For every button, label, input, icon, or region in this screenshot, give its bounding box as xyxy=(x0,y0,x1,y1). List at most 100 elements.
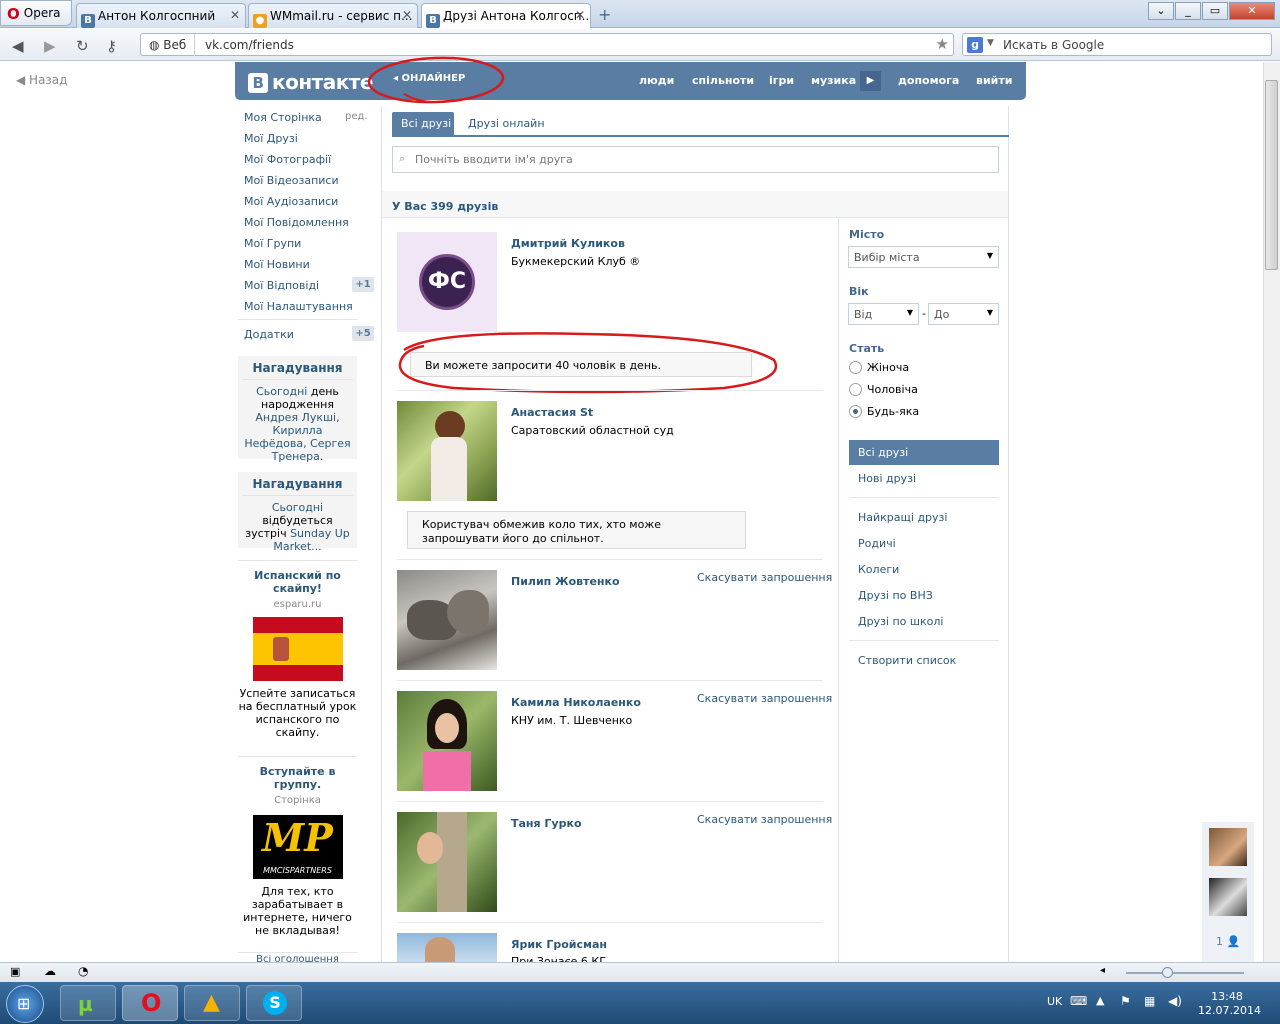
network-icon[interactable]: ▦ xyxy=(1144,994,1155,1008)
start-button[interactable]: ⊞ xyxy=(6,985,44,1023)
forward-icon[interactable]: ▶ xyxy=(44,37,56,55)
chat-contact-avatar[interactable] xyxy=(1209,828,1247,866)
cancel-invite-link[interactable]: Скасувати запрошення xyxy=(697,813,832,826)
show-hidden-icons[interactable]: ▲ xyxy=(1096,994,1104,1007)
menu-my-answers[interactable]: Мої Відповіді xyxy=(244,279,319,292)
list-relatives[interactable]: Родичі xyxy=(858,537,896,550)
nav-music[interactable]: музика xyxy=(811,74,856,87)
nav-help[interactable]: допомога xyxy=(898,74,959,87)
tab-all-friends[interactable]: Всі друзі xyxy=(392,112,454,136)
friend-name[interactable]: Ярик Гройсман xyxy=(511,938,607,951)
maximize-button[interactable]: ▭ xyxy=(1202,2,1228,20)
back-link[interactable]: ◀ Назад xyxy=(16,73,67,87)
opera-menu-button[interactable]: O Opera xyxy=(0,0,72,26)
menu-my-news[interactable]: Мої Новини xyxy=(244,258,310,271)
friend-avatar[interactable] xyxy=(397,570,497,670)
city-select[interactable]: Вибір міста ▼ xyxy=(848,246,999,268)
nav-games[interactable]: ігри xyxy=(769,74,794,87)
create-list-link[interactable]: Створити список xyxy=(858,654,956,667)
friend-avatar[interactable] xyxy=(397,933,497,962)
tab-list-icon[interactable]: ⌄ xyxy=(1148,2,1174,20)
zoom-slider[interactable] xyxy=(1126,972,1244,974)
close-window-button[interactable]: ✕ xyxy=(1229,2,1275,20)
friend-name[interactable]: Анастасия St xyxy=(511,406,593,419)
panel-toggle-icon[interactable]: ▣ xyxy=(10,965,20,978)
aimp-taskbar-icon[interactable]: ▲ xyxy=(184,985,240,1021)
answers-badge[interactable]: +1 xyxy=(352,277,374,292)
nav-logout[interactable]: вийти xyxy=(976,74,1012,87)
url-text[interactable]: vk.com/friends xyxy=(205,38,294,52)
radio-circle-selected[interactable] xyxy=(849,405,862,418)
list-colleagues[interactable]: Колеги xyxy=(858,563,899,576)
ad-title[interactable]: Испанский по скайпу! xyxy=(238,569,357,595)
menu-my-friends[interactable]: Мої Друзі xyxy=(244,132,298,145)
spain-flag-image[interactable] xyxy=(252,617,343,681)
tab-friends-online[interactable]: Друзі онлайн xyxy=(468,117,545,130)
google-icon[interactable]: g xyxy=(967,37,983,53)
browser-tab-active[interactable]: B Друзі Антона Колгосп... ✕ xyxy=(421,3,591,28)
sex-radio-any[interactable]: Будь-яка xyxy=(849,405,919,418)
birthday-names-link[interactable]: Андрея Лукші, Кирилла Нефёдова, Сергея Т… xyxy=(244,411,350,463)
chevron-down-icon[interactable]: ▼ xyxy=(987,38,994,48)
new-tab-button[interactable]: + xyxy=(598,5,611,24)
search-engine-field[interactable]: g ▼ Искать в Google xyxy=(962,33,1272,56)
friend-name[interactable]: Таня Гурко xyxy=(511,817,582,830)
address-bar[interactable]: ◍ Веб vk.com/friends ★ xyxy=(140,33,954,56)
flag-icon[interactable]: ⚑ xyxy=(1120,994,1131,1008)
opera-taskbar-icon[interactable]: O xyxy=(122,985,178,1021)
zoom-out-icon[interactable]: ◂ xyxy=(1100,965,1105,976)
cancel-invite-link[interactable]: Скасувати запрошення xyxy=(697,571,832,584)
player-play-icon[interactable]: ▶ xyxy=(860,71,881,91)
radio-circle[interactable] xyxy=(849,383,862,396)
list-best-friends[interactable]: Найкращі друзі xyxy=(858,511,947,524)
mmcis-logo-image[interactable]: MP MMCISPARTNERS xyxy=(252,815,343,879)
menu-edit-link[interactable]: ред. xyxy=(345,111,368,122)
list-university-friends[interactable]: Друзі по ВНЗ xyxy=(858,589,933,602)
close-tab-icon[interactable]: ✕ xyxy=(230,8,240,22)
minimize-button[interactable]: _ xyxy=(1175,2,1201,20)
menu-apps[interactable]: Додатки xyxy=(244,328,294,341)
keyboard-icon[interactable]: ⌨ xyxy=(1070,994,1087,1008)
browser-tab[interactable]: B Антон Колгоспний ✕ xyxy=(76,3,246,28)
online-count[interactable]: 1 👤 xyxy=(1216,935,1240,948)
cancel-invite-link[interactable]: Скасувати запрошення xyxy=(697,692,832,705)
apps-badge[interactable]: +5 xyxy=(352,326,374,341)
friend-avatar[interactable] xyxy=(397,812,497,912)
ad-title[interactable]: Вступайте в группу. xyxy=(238,765,357,791)
vk-logo[interactable]: Bконтакте xyxy=(248,70,373,94)
age-to-select[interactable]: До ▼ xyxy=(928,303,999,325)
chat-contact-avatar[interactable] xyxy=(1209,878,1247,916)
menu-my-photos[interactable]: Мої Фотографії xyxy=(244,153,331,166)
menu-my-groups[interactable]: Мої Групи xyxy=(244,237,301,250)
all-ads-link[interactable]: Всі оголошення xyxy=(238,955,357,962)
close-tab-icon[interactable]: ✕ xyxy=(402,8,412,22)
friend-avatar[interactable]: ФС xyxy=(397,232,497,332)
utorrent-taskbar-icon[interactable]: µ xyxy=(60,985,116,1021)
ad-block-mmcis[interactable]: Вступайте в группу. Сторінка MP MMCISPAR… xyxy=(238,765,357,937)
key-icon[interactable]: ⚷ xyxy=(106,37,117,55)
speed-dial-icon[interactable]: ◔ xyxy=(78,964,88,978)
menu-my-settings[interactable]: Мої Налаштування xyxy=(244,300,353,313)
zoom-slider-thumb[interactable] xyxy=(1162,967,1173,978)
sex-radio-female[interactable]: Жіноча xyxy=(849,361,909,374)
skype-taskbar-icon[interactable]: S xyxy=(246,985,302,1021)
friend-avatar[interactable] xyxy=(397,691,497,791)
menu-my-page[interactable]: Моя Сторінка xyxy=(244,111,322,124)
friend-name[interactable]: Дмитрий Куликов xyxy=(511,237,625,250)
ad-block-spanish[interactable]: Испанский по скайпу! esparu.ru Успейте з… xyxy=(238,569,357,739)
list-new-friends[interactable]: Нові друзі xyxy=(858,472,916,485)
menu-my-audio[interactable]: Мої Аудіозаписи xyxy=(244,195,338,208)
scrollbar-thumb[interactable] xyxy=(1265,80,1278,270)
bookmark-star-icon[interactable]: ★ xyxy=(936,35,949,53)
nav-communities[interactable]: спільноти xyxy=(692,74,754,87)
list-all-friends[interactable]: Всі друзі xyxy=(849,440,999,465)
taskbar-clock[interactable]: 13:48 12.07.2014 xyxy=(1198,990,1261,1018)
age-from-select[interactable]: Від ▼ xyxy=(848,303,919,325)
radio-circle[interactable] xyxy=(849,361,862,374)
friend-search-input[interactable]: ⌕ Почніть вводити ім'я друга xyxy=(392,146,999,173)
sex-radio-male[interactable]: Чоловіча xyxy=(849,383,918,396)
back-icon[interactable]: ◀ xyxy=(12,37,24,55)
friend-avatar[interactable] xyxy=(397,401,497,501)
today-link[interactable]: Сьогодні xyxy=(256,385,307,398)
friend-name[interactable]: Камила Николаенко xyxy=(511,696,641,709)
